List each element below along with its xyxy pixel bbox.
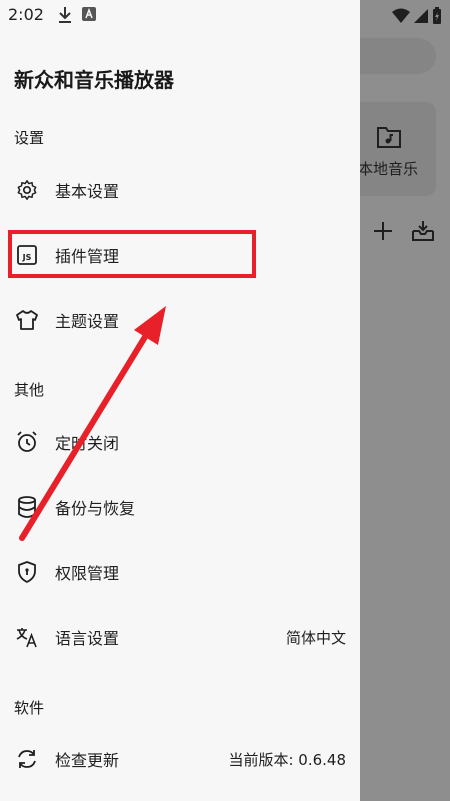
- inbox-import-icon: [412, 221, 434, 241]
- notification-a-icon: [82, 7, 96, 21]
- shield-icon: [14, 559, 40, 585]
- section-label-settings: 设置: [14, 129, 45, 147]
- drawer-item-language-settings[interactable]: 语言设置 简体中文: [0, 612, 360, 662]
- drawer-item-basic-settings[interactable]: 基本设置: [0, 165, 360, 215]
- drawer-item-check-update[interactable]: 检查更新 当前版本: 0.6.48: [0, 734, 360, 784]
- tshirt-icon: [14, 307, 40, 333]
- current-version-value: 当前版本: 0.6.48: [228, 750, 346, 769]
- drawer-item-label: 语言设置: [55, 629, 120, 648]
- drawer-item-backup-restore[interactable]: 备份与恢复: [0, 482, 360, 532]
- battery-icon: [433, 7, 441, 24]
- status-system-icons: [392, 6, 442, 26]
- download-icon: [59, 7, 71, 23]
- music-folder-icon: [377, 127, 401, 148]
- drawer-item-label: 权限管理: [55, 564, 120, 583]
- drawer-item-label: 基本设置: [55, 182, 120, 201]
- gear-icon: [14, 177, 40, 203]
- section-label-software: 软件: [14, 699, 45, 717]
- current-language-value: 简体中文: [285, 628, 346, 647]
- drawer-item-label: 定时关闭: [55, 434, 120, 453]
- navigation-drawer: 2:02 新众和音乐播放器 设置 基本设置 JS 插件管理 主题设置 其他 定时…: [0, 0, 360, 801]
- section-label-other: 其他: [14, 381, 45, 399]
- drawer-item-label: 备份与恢复: [55, 499, 136, 518]
- annotation-highlight-box: [8, 230, 256, 278]
- status-time: 2:02: [8, 5, 44, 24]
- local-music-label: 本地音乐: [358, 160, 419, 178]
- plus-icon: [374, 222, 392, 240]
- translate-icon: [14, 624, 40, 650]
- drawer-item-label: 主题设置: [55, 312, 120, 331]
- wifi-icon: [392, 8, 410, 23]
- status-bar: 2:02: [0, 0, 360, 32]
- alarm-clock-icon: [14, 429, 40, 455]
- drawer-item-label: 检查更新: [55, 751, 120, 770]
- signal-icon: [414, 9, 428, 23]
- refresh-icon: [14, 746, 40, 772]
- drawer-item-permission-management[interactable]: 权限管理: [0, 547, 360, 597]
- drawer-item-sleep-timer[interactable]: 定时关闭: [0, 417, 360, 467]
- database-icon: [14, 494, 40, 520]
- drawer-app-title: 新众和音乐播放器: [14, 68, 174, 92]
- drawer-item-theme-settings[interactable]: 主题设置: [0, 295, 360, 345]
